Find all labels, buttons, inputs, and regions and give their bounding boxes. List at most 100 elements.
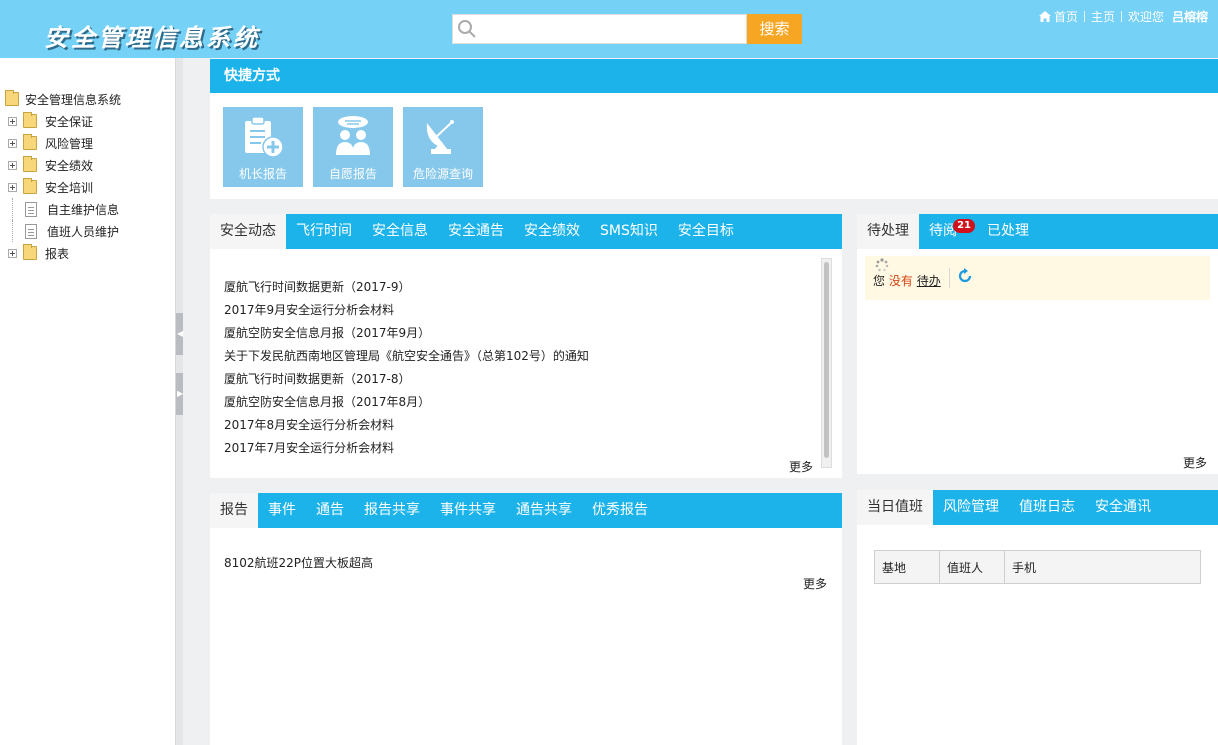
nav-separator <box>1083 11 1085 22</box>
pending-link[interactable]: 待办 <box>917 274 941 288</box>
column-header: 值班人 <box>939 550 1005 584</box>
news-list: 厦航飞行时间数据更新（2017-9） 2017年9月安全运行分析会材料 厦航空防… <box>224 276 589 460</box>
clipboard-plus-icon <box>245 116 284 158</box>
user-name[interactable]: 吕榕榕 <box>1172 8 1208 25</box>
satellite-dish-icon <box>426 120 454 154</box>
top-nav: 首页 主页 欢迎您 吕榕榕 <box>1038 8 1208 25</box>
shortcut-label: 危险源查询 <box>412 167 473 181</box>
list-item[interactable]: 厦航飞行时间数据更新（2017-8） <box>224 368 589 391</box>
folder-icon <box>23 244 37 260</box>
reports-tabs: 报告 事件 通告 报告共享 事件共享 通告共享 优秀报告 <box>210 493 842 528</box>
tree-item-self-maintenance[interactable]: 自主维护信息 <box>5 198 121 220</box>
top-header: 安全管理信息系统 搜索 首页 主页 欢迎您 吕榕榕 <box>0 0 1218 58</box>
tree-item-label: 安全绩效 <box>45 158 94 173</box>
expand-icon[interactable] <box>8 248 17 258</box>
tab-report[interactable]: 报告 <box>210 493 258 528</box>
news-panel: 安全动态 飞行时间 安全信息 安全通告 安全绩效 SMS知识 安全目标 厦航飞行… <box>210 214 842 478</box>
refresh-icon[interactable] <box>957 268 973 284</box>
home-icon[interactable] <box>1038 11 1051 22</box>
expand-handle[interactable]: ▶ <box>176 373 183 415</box>
tab-risk-management[interactable]: 风险管理 <box>933 490 1009 525</box>
list-item[interactable]: 厦航空防安全信息月报（2017年8月） <box>224 391 589 414</box>
tree-item-label: 自主维护信息 <box>47 202 120 217</box>
tree-item-label: 安全培训 <box>45 180 94 195</box>
nav-separator <box>1120 11 1122 22</box>
search-button[interactable]: 搜索 <box>747 14 802 44</box>
list-item[interactable]: 8102航班22P位置大板超高 <box>224 552 373 575</box>
tab-to-read[interactable]: 待阅 21 <box>919 214 977 249</box>
tree-item-reports[interactable]: 报表 <box>5 242 121 264</box>
list-item[interactable]: 2017年7月安全运行分析会材料 <box>224 437 589 460</box>
tab-duty-log[interactable]: 值班日志 <box>1009 490 1085 525</box>
tab-event-share[interactable]: 事件共享 <box>430 493 506 528</box>
column-header: 基地 <box>874 550 940 584</box>
tree-item-label: 风险管理 <box>45 136 94 151</box>
table-header-row: 基地 值班人 手机 <box>874 550 1201 584</box>
shortcut-hazard-query[interactable]: 危险源查询 <box>403 107 483 187</box>
list-item[interactable]: 厦航空防安全信息月报（2017年9月） <box>224 322 589 345</box>
nav-home-link[interactable]: 首页 <box>1054 8 1078 25</box>
document-icon <box>25 201 37 217</box>
expand-icon[interactable] <box>8 116 17 126</box>
tab-notice-share[interactable]: 通告共享 <box>506 493 582 528</box>
tab-excellent-report[interactable]: 优秀报告 <box>582 493 658 528</box>
reports-more-link[interactable]: 更多 <box>803 575 827 592</box>
document-icon <box>25 223 37 239</box>
nav-main-link[interactable]: 主页 <box>1091 8 1115 25</box>
search-box <box>452 14 747 44</box>
scroll-thumb[interactable] <box>824 262 829 458</box>
app-logo: 安全管理信息系统 <box>44 23 260 52</box>
divider <box>949 268 950 288</box>
tab-today-duty[interactable]: 当日值班 <box>857 490 933 525</box>
tab-safety-performance[interactable]: 安全绩效 <box>514 214 590 249</box>
unread-count-badge: 21 <box>953 219 975 233</box>
shortcut-list: 机长报告 自愿报告 危险源查询 <box>223 107 493 187</box>
tab-sms-knowledge[interactable]: SMS知识 <box>590 214 668 249</box>
folder-icon <box>23 134 37 150</box>
reports-panel: 报告 事件 通告 报告共享 事件共享 通告共享 优秀报告 8102航班22P位置… <box>210 493 842 745</box>
expand-icon[interactable] <box>8 138 17 148</box>
tab-processed[interactable]: 已处理 <box>977 214 1039 249</box>
nav-tree: 安全管理信息系统 安全保证 风险管理 安全绩效 安全培训 自主维护信息 值班人员… <box>5 88 121 264</box>
shortcut-label: 自愿报告 <box>328 167 377 181</box>
tab-safety-bulletin[interactable]: 安全通告 <box>438 214 514 249</box>
todo-panel: 待处理 待阅 21 已处理 您 没有 待办 更多 <box>857 214 1218 474</box>
shortcut-captain-report[interactable]: 机长报告 <box>223 107 303 187</box>
list-item[interactable]: 厦航飞行时间数据更新（2017-9） <box>224 276 589 299</box>
tab-event[interactable]: 事件 <box>258 493 306 528</box>
tree-item-label: 报表 <box>45 246 70 261</box>
you-text: 您 <box>873 274 886 288</box>
tree-item-safety-performance[interactable]: 安全绩效 <box>5 154 121 176</box>
tab-report-share[interactable]: 报告共享 <box>354 493 430 528</box>
tree-item-risk-management[interactable]: 风险管理 <box>5 132 121 154</box>
news-tabs: 安全动态 飞行时间 安全信息 安全通告 安全绩效 SMS知识 安全目标 <box>210 214 842 249</box>
list-item[interactable]: 2017年8月安全运行分析会材料 <box>224 414 589 437</box>
todo-tabs: 待处理 待阅 21 已处理 <box>857 214 1218 249</box>
list-item[interactable]: 2017年9月安全运行分析会材料 <box>224 299 589 322</box>
welcome-text: 欢迎您 <box>1127 10 1164 24</box>
tree-item-safety-assurance[interactable]: 安全保证 <box>5 110 121 132</box>
tab-safety-goals[interactable]: 安全目标 <box>668 214 744 249</box>
search-input[interactable] <box>481 15 743 43</box>
collapse-handle[interactable]: ◀ <box>176 313 183 355</box>
news-more-link[interactable]: 更多 <box>789 458 813 475</box>
tree-item-duty-staff[interactable]: 值班人员维护 <box>5 220 121 242</box>
folder-icon <box>23 178 37 194</box>
chevron-left-icon: ◀ <box>177 329 184 338</box>
expand-icon[interactable] <box>8 160 17 170</box>
shortcuts-panel: 快捷方式 机长报告 自愿报告 危险源查询 <box>210 59 1218 199</box>
tab-safety-comm[interactable]: 安全通讯 <box>1085 490 1161 525</box>
tab-safety-news[interactable]: 安全动态 <box>210 214 286 249</box>
expand-icon[interactable] <box>8 182 17 192</box>
tree-item-safety-training[interactable]: 安全培训 <box>5 176 121 198</box>
tab-notice[interactable]: 通告 <box>306 493 354 528</box>
shortcut-voluntary-report[interactable]: 自愿报告 <box>313 107 393 187</box>
todo-more-link[interactable]: 更多 <box>1183 454 1207 471</box>
tab-flight-time[interactable]: 飞行时间 <box>286 214 362 249</box>
news-scrollbar[interactable] <box>821 258 832 468</box>
list-item[interactable]: 关于下发民航西南地区管理局《航空安全通告》（总第102号）的通知 <box>224 345 589 368</box>
loading-icon <box>875 258 889 272</box>
tab-safety-info[interactable]: 安全信息 <box>362 214 438 249</box>
tree-root[interactable]: 安全管理信息系统 <box>5 88 121 110</box>
tab-pending[interactable]: 待处理 <box>857 214 919 249</box>
